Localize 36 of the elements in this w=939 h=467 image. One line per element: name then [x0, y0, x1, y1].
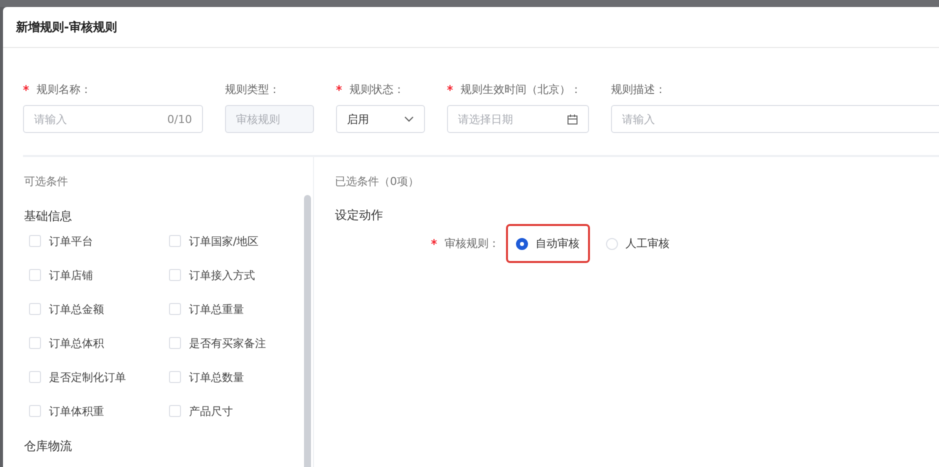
checkbox-option[interactable]: 订单店铺	[29, 267, 169, 283]
required-asterisk-icon	[336, 85, 342, 91]
field-label: 审核规则：	[444, 237, 500, 250]
select-field[interactable]: 启用	[336, 105, 425, 133]
checkbox-option[interactable]: 是否定制化订单	[29, 369, 169, 385]
radio-option[interactable]: 自动审核	[516, 236, 580, 251]
field-label: 规则状态：	[350, 83, 404, 96]
checkbox-option[interactable]: 订单接入方式	[169, 267, 309, 283]
required-asterisk-icon	[447, 85, 453, 91]
section-heading: 设定动作	[335, 207, 384, 224]
checkbox-option[interactable]: 订单国家/地区	[169, 233, 309, 249]
required-asterisk-icon	[431, 239, 437, 245]
checkbox-option[interactable]: 是否有买家备注	[169, 335, 309, 351]
panel-title: 可选条件	[24, 174, 69, 189]
group-heading: 基础信息	[24, 208, 73, 225]
checkbox-option[interactable]: 订单平台	[29, 233, 169, 249]
checkbox-option[interactable]: 订单总体积	[29, 335, 169, 351]
chevron-down-icon[interactable]	[404, 116, 414, 122]
calendar-icon[interactable]	[567, 114, 578, 124]
scrollbar[interactable]	[304, 195, 311, 467]
checkbox-option[interactable]: 订单总重量	[169, 301, 309, 317]
field-label: 规则描述：	[611, 83, 666, 96]
dialog-title: 新增规则-审核规则	[16, 18, 117, 36]
checkbox-option[interactable]: 订单总金额	[29, 301, 169, 317]
readonly-field: 审核规则	[225, 105, 314, 133]
field-label: 规则生效时间（北京）：	[460, 83, 582, 96]
checkbox-option[interactable]: 产品尺寸	[169, 403, 309, 419]
checkbox-option[interactable]: 订单体积重	[29, 403, 169, 419]
input-field[interactable]: 请输入 0/10	[23, 105, 203, 133]
panel-title: 已选条件（0项）	[335, 174, 420, 189]
field-label: 规则类型：	[225, 83, 280, 96]
field-label: 规则名称：	[36, 83, 92, 96]
radio-option[interactable]: 人工审核	[606, 236, 670, 251]
required-asterisk-icon	[23, 85, 29, 91]
group-heading: 仓库物流	[24, 438, 73, 455]
checkbox-option[interactable]: 订单总数量	[169, 369, 309, 385]
